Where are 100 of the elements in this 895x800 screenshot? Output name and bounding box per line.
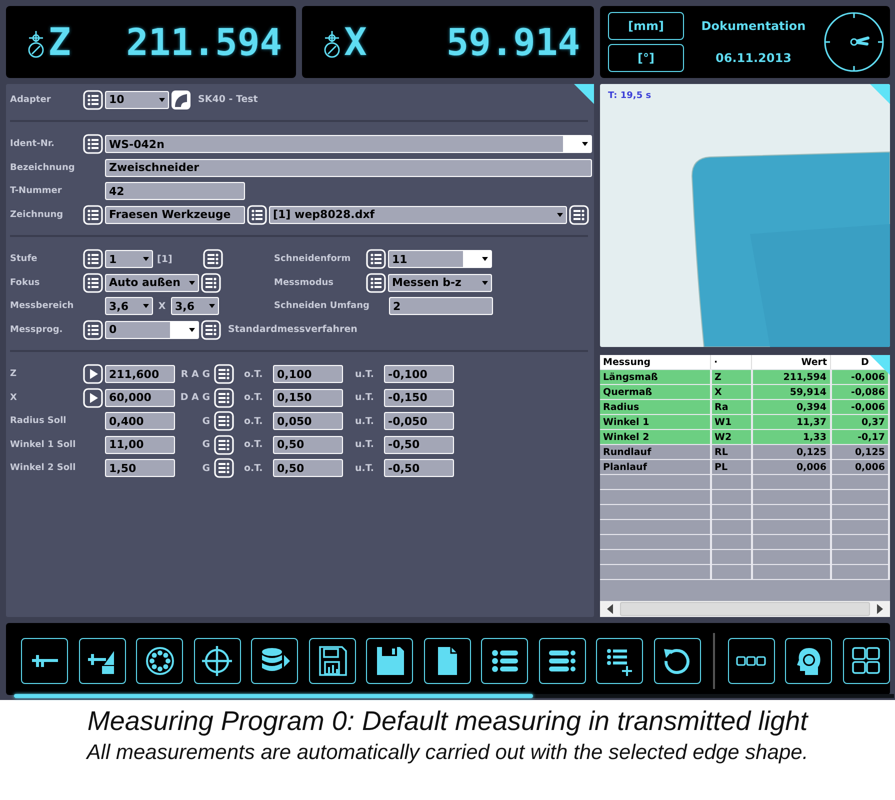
readout-value: 59.914 [446, 20, 580, 64]
horizontal-scrollbar[interactable] [600, 601, 890, 617]
input-field[interactable]: 0,400 [105, 412, 175, 430]
adapter-icon[interactable] [171, 90, 191, 110]
input-field[interactable]: 1,50 [105, 459, 175, 478]
dropdown-field[interactable]: Messen b-z [388, 274, 492, 292]
table-row[interactable]: Radius Ra 0,394 -0,006 [600, 400, 889, 414]
play-button[interactable] [83, 388, 103, 408]
input-field[interactable]: 211,600 [105, 365, 175, 384]
input-field[interactable]: -0,150 [384, 388, 454, 407]
column-header[interactable]: · [714, 356, 718, 368]
grid-icon [850, 645, 882, 677]
table-cell: 11,37 [752, 414, 830, 430]
toolbar-button[interactable] [21, 638, 68, 684]
list-icon[interactable] [201, 320, 221, 340]
column-header[interactable]: D [861, 356, 869, 368]
table-row[interactable]: Winkel 2 W2 1,33 -0,17 [600, 430, 889, 444]
dropdown-field[interactable]: 1 [105, 250, 153, 268]
dropdown-field[interactable]: 0 [105, 320, 199, 339]
tolerance-label: u.T. [355, 368, 376, 380]
field-label: Bezeichnung [10, 162, 76, 173]
table-row[interactable]: Winkel 1 W1 11,37 0,37 [600, 414, 889, 430]
dropdown-field[interactable]: Auto außen [105, 274, 199, 292]
dropdown-field[interactable]: WS-042n [105, 135, 592, 154]
readout-value: 211.594 [126, 20, 282, 64]
input-field[interactable]: 42 [105, 182, 245, 200]
toolbar-button[interactable] [481, 638, 528, 684]
toolbar-button[interactable] [366, 638, 413, 684]
input-field[interactable]: 0,050 [273, 412, 343, 430]
list-icon[interactable] [366, 249, 386, 270]
list-icon[interactable] [201, 272, 221, 293]
input-field[interactable]: 2 [389, 297, 493, 316]
adapter-description: SK40 - Test [198, 94, 258, 106]
table-cell: Winkel 1 [600, 414, 710, 430]
scroll-left-icon [606, 604, 614, 614]
field-label: X [10, 392, 18, 403]
list-icon[interactable] [214, 388, 234, 408]
list-icon[interactable] [83, 272, 103, 293]
toolbar-button[interactable] [785, 638, 832, 684]
flags-label: R A G [180, 368, 210, 380]
list-icon[interactable] [247, 204, 267, 225]
toolbar-button[interactable] [654, 638, 700, 684]
input-field[interactable]: -0,100 [384, 365, 454, 384]
input-field[interactable]: 0,100 [273, 365, 343, 384]
list-icon[interactable] [83, 204, 103, 225]
input-field[interactable]: 0,150 [273, 388, 343, 407]
toolbar-button[interactable] [194, 638, 240, 684]
list-icon[interactable] [214, 458, 234, 478]
table-cell: 0,006 [752, 460, 830, 474]
three-squares-icon [735, 656, 767, 666]
input-field[interactable]: 60,000 [105, 388, 175, 407]
table-cell: 0,394 [752, 400, 830, 414]
input-field[interactable]: 11,00 [105, 436, 175, 454]
table-cell: 0,125 [752, 444, 830, 460]
table-row[interactable]: Planlauf PL 0,006 0,006 [600, 460, 889, 474]
tolerance-label: o.T. [244, 462, 264, 474]
unit-button[interactable]: [mm] [608, 12, 684, 40]
dropdown-field[interactable]: 3,6 [105, 297, 153, 316]
unit-button[interactable]: [°] [608, 44, 684, 72]
list-icon[interactable] [214, 364, 234, 384]
list-icon[interactable] [203, 249, 223, 270]
toolbar-button[interactable] [78, 638, 126, 684]
play-button[interactable] [83, 364, 103, 384]
table-row[interactable]: Rundlauf RL 0,125 0,125 [600, 444, 889, 460]
list-icon[interactable] [83, 320, 103, 340]
list-icon[interactable] [83, 134, 103, 154]
input-field[interactable]: -0,050 [384, 412, 454, 430]
dropdown-field[interactable]: 11 [388, 250, 492, 268]
scroll-thumb[interactable] [620, 602, 870, 616]
list-icon[interactable] [83, 249, 103, 270]
list-icon[interactable] [83, 90, 103, 110]
toolbar-button[interactable] [308, 638, 356, 684]
list-icon[interactable] [569, 204, 589, 225]
field-label: Adapter [10, 94, 52, 105]
toolbar-button[interactable] [842, 638, 890, 684]
clock-icon [823, 11, 885, 73]
input-field[interactable]: 0,50 [273, 436, 343, 454]
toolbar-button[interactable] [728, 638, 774, 684]
list-icon[interactable] [366, 272, 386, 293]
table-row[interactable]: Quermaß X 59,914 -0,086 [600, 384, 889, 400]
toolbar-button[interactable] [136, 638, 183, 684]
input-field[interactable]: -0,50 [384, 459, 454, 478]
field-label: Messbereich [10, 301, 75, 312]
toolbar-button[interactable] [538, 638, 586, 684]
dropdown-field[interactable]: [1] wep8028.dxf [269, 206, 567, 224]
input-field[interactable]: Fraesen Werkzeuge [105, 206, 245, 224]
toolbar-button[interactable] [596, 638, 643, 684]
dropdown-field[interactable]: 10 [105, 90, 169, 109]
table-row[interactable]: Längsmaß Z 211,594 -0,006 [600, 370, 889, 384]
list-icon[interactable] [214, 411, 234, 432]
level-note: [1] [157, 254, 174, 265]
input-field[interactable]: -0,50 [384, 436, 454, 454]
flags-label: D A G [179, 392, 210, 404]
input-field[interactable]: Zweischneider [105, 158, 592, 177]
table-cell: 0,37 [830, 414, 889, 430]
dropdown-field[interactable]: 3,6 [171, 297, 219, 316]
toolbar-button[interactable] [251, 638, 298, 684]
list-icon[interactable] [214, 434, 234, 455]
input-field[interactable]: 0,50 [273, 459, 343, 478]
toolbar-button[interactable] [424, 638, 470, 684]
